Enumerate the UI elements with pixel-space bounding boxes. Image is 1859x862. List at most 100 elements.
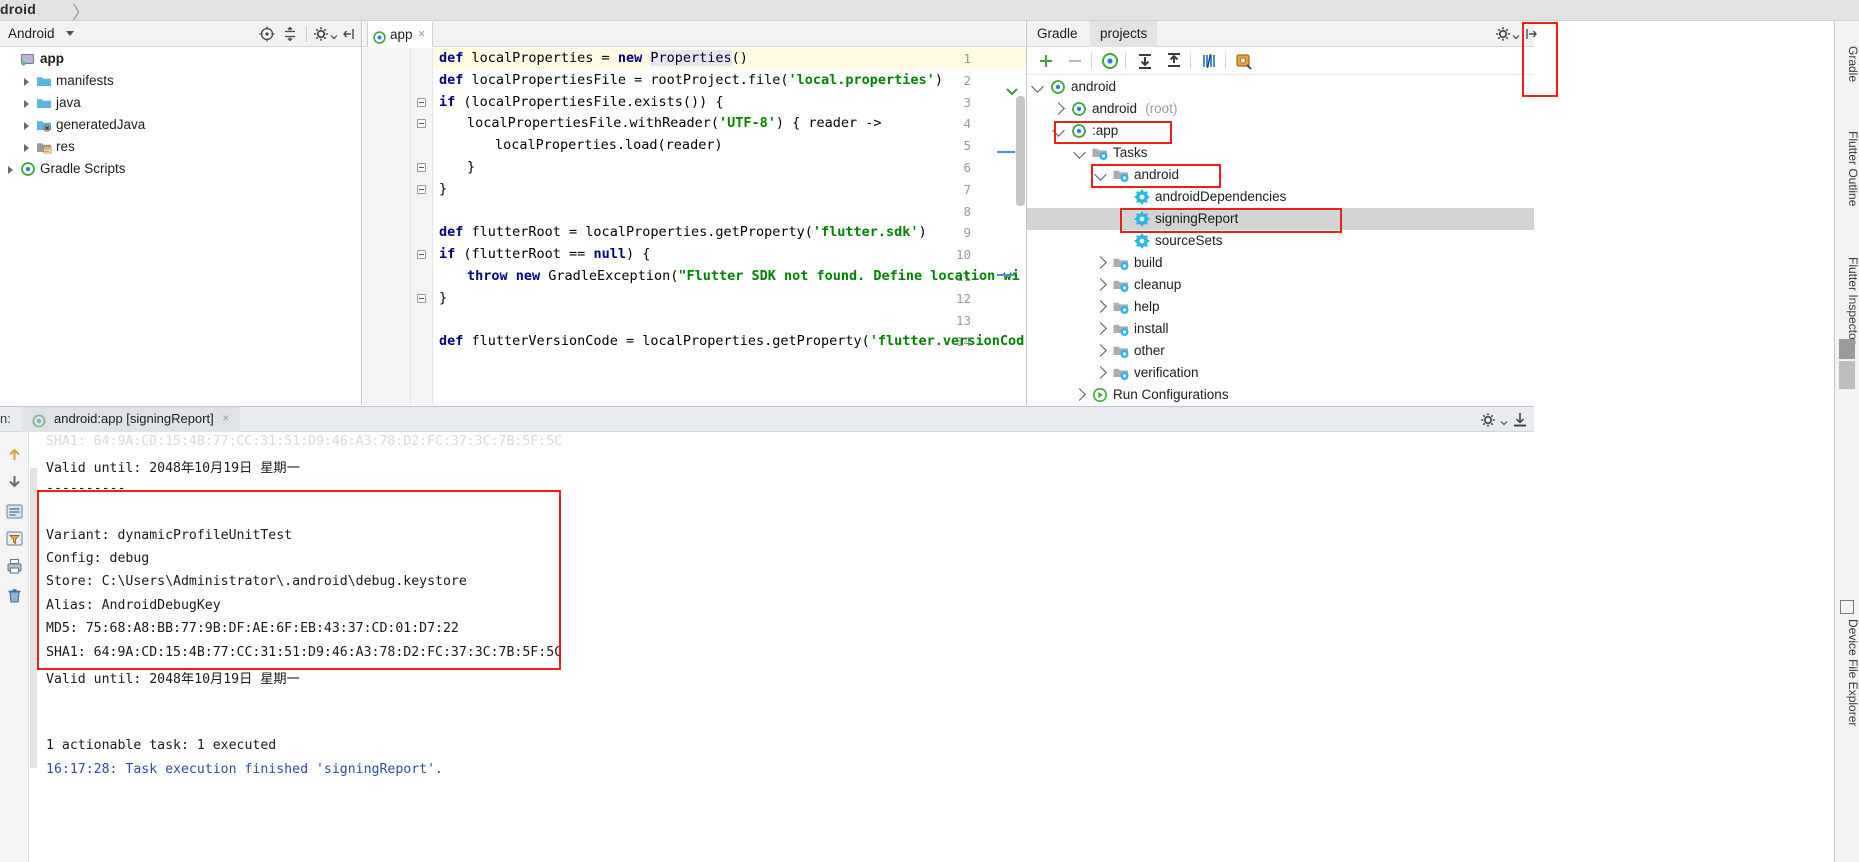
project-tree-item[interactable]: generatedJava — [0, 114, 361, 136]
code-token: () — [731, 50, 748, 66]
code-fold-toggle-icon[interactable] — [417, 250, 426, 260]
chevron-down-icon[interactable] — [1094, 168, 1107, 181]
task-folder-icon — [1113, 343, 1129, 359]
project-tree-item[interactable]: java — [0, 92, 361, 114]
gradle-tree-item[interactable]: build — [1027, 252, 1534, 274]
run-tab-label: android:app [signingReport] — [54, 411, 214, 426]
settings-gear-icon[interactable] — [1480, 411, 1498, 429]
chevron-right-icon[interactable] — [24, 122, 29, 130]
collapse-all-icon[interactable] — [1164, 51, 1184, 71]
gradle-tree-item-label: build — [1134, 255, 1163, 270]
code-token: (flutterRoot == — [455, 246, 594, 263]
gradle-tree-item[interactable]: android — [1027, 164, 1534, 186]
chevron-right-icon[interactable] — [1073, 388, 1086, 401]
close-icon[interactable]: × — [220, 412, 232, 424]
code-token: def — [439, 224, 464, 241]
device-file-explorer-icon[interactable] — [1840, 600, 1854, 614]
gradle-tree-item[interactable]: :app — [1027, 120, 1534, 142]
delete-icon[interactable] — [5, 586, 24, 605]
task-folder-icon — [1113, 299, 1129, 315]
editor-tab-app[interactable]: app × — [367, 21, 433, 47]
code-fold-toggle-icon[interactable] — [417, 163, 426, 172]
rail-device-file-explorer[interactable]: Device File Explorer — [1835, 591, 1859, 751]
tab-gradle[interactable]: Gradle — [1027, 21, 1088, 47]
gradle-tree-item[interactable]: android (root) — [1027, 98, 1534, 120]
project-tree-item[interactable]: Gradle Scripts — [0, 158, 361, 180]
code-fold-toggle-icon[interactable] — [417, 293, 426, 303]
settings-gear-icon[interactable] — [1495, 25, 1513, 43]
remove-icon[interactable] — [1065, 51, 1085, 71]
project-tree-item[interactable]: app — [0, 48, 361, 70]
scroll-down-icon[interactable] — [5, 472, 24, 491]
chevron-right-icon[interactable] — [1094, 278, 1107, 291]
print-icon[interactable] — [5, 557, 24, 576]
hide-panel-icon[interactable] — [1521, 25, 1539, 43]
gradle-icon — [20, 161, 36, 177]
rail-handle[interactable] — [1839, 361, 1855, 389]
console-scrollbar[interactable] — [30, 468, 37, 768]
gradle-tree-item[interactable]: signingReport — [1027, 208, 1534, 230]
gradle-tree-item[interactable]: Tasks — [1027, 142, 1534, 164]
chevron-right-icon[interactable] — [8, 166, 13, 174]
chevron-right-icon[interactable] — [1052, 102, 1065, 115]
toggle-tasks-icon[interactable] — [5, 502, 24, 521]
code-fold-toggle-icon[interactable] — [417, 184, 426, 194]
toggle-offline-icon[interactable] — [1199, 51, 1219, 71]
toolbar-divider — [1125, 53, 1126, 69]
chevron-right-icon[interactable] — [1094, 300, 1107, 313]
chevron-right-icon[interactable] — [1094, 344, 1107, 357]
download-export-icon[interactable] — [1511, 411, 1529, 429]
tab-projects-label: projects — [1100, 26, 1148, 41]
chevron-down-icon[interactable] — [66, 31, 74, 36]
rail-gradle-label: Gradle — [1846, 45, 1859, 83]
project-view-selector-label[interactable]: Android — [8, 26, 55, 41]
code-token: ) — [918, 224, 927, 241]
gradle-tree-item[interactable]: cleanup — [1027, 274, 1534, 296]
locate-icon[interactable] — [258, 25, 276, 43]
chevron-down-icon[interactable] — [1512, 29, 1520, 40]
gradle-tree-item[interactable]: verification — [1027, 362, 1534, 384]
chevron-right-icon[interactable] — [24, 144, 29, 152]
gradle-tree-item[interactable]: androidDependencies — [1027, 186, 1534, 208]
chevron-down-icon[interactable] — [1073, 146, 1086, 159]
gradle-tree-item[interactable]: sourceSets — [1027, 230, 1534, 252]
rail-flutter-outline[interactable]: Flutter Outline — [1835, 111, 1859, 223]
code-token: 'flutter.versionCode' — [869, 333, 1025, 350]
execute-gradle-task-icon[interactable] — [1234, 51, 1254, 71]
code-fold-toggle-icon[interactable] — [417, 97, 426, 107]
chevron-down-icon[interactable] — [1031, 80, 1044, 93]
gradle-tree-item[interactable]: Run Configurations — [1027, 384, 1534, 406]
chevron-right-icon[interactable] — [1094, 256, 1107, 269]
scroll-up-icon[interactable] — [5, 445, 24, 464]
chevron-down-icon[interactable] — [330, 29, 338, 40]
code-fold-toggle-icon[interactable] — [417, 119, 426, 129]
gradle-tree-item[interactable]: install — [1027, 318, 1534, 340]
refresh-gradle-icon[interactable] — [1100, 51, 1120, 71]
expand-all-icon[interactable] — [1135, 51, 1155, 71]
gradle-tree-item[interactable]: help — [1027, 296, 1534, 318]
run-tab-signing-report[interactable]: android:app [signingReport] × — [22, 407, 240, 432]
chevron-right-icon[interactable] — [24, 78, 29, 86]
gradle-tree-item[interactable]: other — [1027, 340, 1534, 362]
close-icon[interactable]: × — [415, 27, 428, 40]
chevron-down-icon[interactable] — [1052, 124, 1065, 137]
project-tree-item[interactable]: manifests — [0, 70, 361, 92]
chevron-down-icon[interactable] — [1500, 415, 1508, 426]
rail-handle[interactable] — [1839, 339, 1855, 359]
collapse-all-icon[interactable] — [281, 25, 299, 43]
chevron-right-icon[interactable] — [1094, 322, 1107, 335]
gradle-tasks-tree[interactable]: android android (root):app Tasks android and… — [1027, 76, 1534, 406]
code-content[interactable]: 1 def localProperties = new Properties() 2… — [363, 48, 1025, 405]
hide-panel-icon[interactable] — [341, 25, 359, 43]
gradle-tree-item[interactable]: android — [1027, 76, 1534, 98]
filter-icon[interactable] — [5, 529, 24, 548]
rail-gradle[interactable]: Gradle — [1835, 31, 1859, 93]
editor-vertical-scrollbar[interactable] — [1016, 96, 1025, 206]
settings-gear-icon[interactable] — [313, 25, 331, 43]
run-console-output[interactable]: SHA1: 64:9A:CD:15:4B:77:CC:31:51:D9:46:A… — [30, 432, 1534, 862]
tab-projects[interactable]: projects — [1090, 21, 1158, 47]
project-tree-item[interactable]: res — [0, 136, 361, 158]
add-icon[interactable] — [1036, 51, 1056, 71]
chevron-right-icon[interactable] — [24, 100, 29, 108]
chevron-right-icon[interactable] — [1094, 366, 1107, 379]
